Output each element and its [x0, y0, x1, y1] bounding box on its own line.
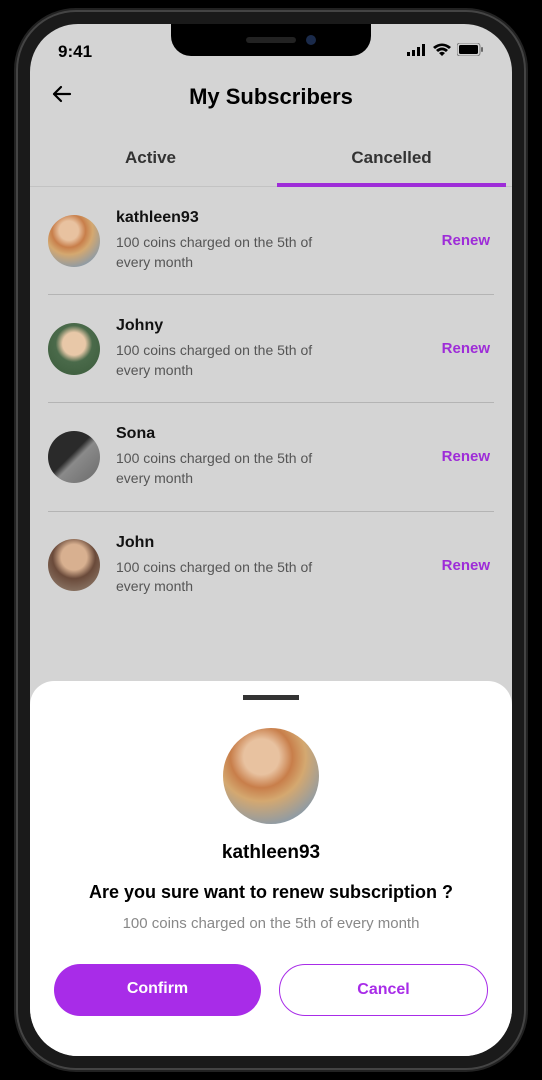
arrow-left-icon — [50, 82, 74, 106]
subscriber-name: kathleen93 — [116, 209, 422, 227]
subscriber-desc: 100 coins charged on the 5th of every mo… — [116, 233, 316, 272]
renew-button[interactable]: Renew — [438, 549, 494, 582]
battery-icon — [457, 43, 484, 61]
subscriber-item: John 100 coins charged on the 5th of eve… — [48, 512, 494, 619]
subscriber-info: Sona 100 coins charged on the 5th of eve… — [116, 425, 422, 488]
status-icons — [407, 43, 484, 61]
subscriber-info: John 100 coins charged on the 5th of eve… — [116, 534, 422, 597]
cancel-button[interactable]: Cancel — [279, 964, 488, 1016]
subscriber-desc: 100 coins charged on the 5th of every mo… — [116, 341, 316, 380]
sheet-question-text: Are you sure want to renew subscription … — [89, 882, 453, 903]
subscriber-info: Johny 100 coins charged on the 5th of ev… — [116, 317, 422, 380]
subscriber-name: John — [116, 534, 422, 552]
tabs: Active Cancelled — [30, 130, 512, 187]
subscriber-name: Sona — [116, 425, 422, 443]
renew-button[interactable]: Renew — [438, 224, 494, 257]
renew-button[interactable]: Renew — [438, 440, 494, 473]
subscriber-item: kathleen93 100 coins charged on the 5th … — [48, 187, 494, 295]
subscriber-item: Sona 100 coins charged on the 5th of eve… — [48, 403, 494, 511]
subscriber-item: Johny 100 coins charged on the 5th of ev… — [48, 295, 494, 403]
sheet-avatar — [223, 728, 319, 824]
avatar[interactable] — [48, 323, 100, 375]
phone-notch — [171, 24, 371, 56]
subscriber-name: Johny — [116, 317, 422, 335]
phone-frame: 9:41 My Subscribers Active Cancelled — [16, 10, 526, 1070]
avatar[interactable] — [48, 539, 100, 591]
tab-cancelled[interactable]: Cancelled — [271, 130, 512, 186]
subscriber-info: kathleen93 100 coins charged on the 5th … — [116, 209, 422, 272]
back-button[interactable] — [50, 82, 74, 113]
avatar[interactable] — [48, 431, 100, 483]
cellular-signal-icon — [407, 43, 427, 61]
page-title: My Subscribers — [50, 84, 492, 110]
avatar[interactable] — [48, 215, 100, 267]
sheet-button-row: Confirm Cancel — [54, 964, 488, 1016]
renew-button[interactable]: Renew — [438, 332, 494, 365]
sheet-drag-handle[interactable] — [243, 695, 299, 700]
sheet-description: 100 coins charged on the 5th of every mo… — [123, 915, 420, 932]
page-header: My Subscribers — [30, 72, 512, 130]
tab-active[interactable]: Active — [30, 130, 271, 186]
status-time: 9:41 — [58, 42, 92, 62]
subscriber-desc: 100 coins charged on the 5th of every mo… — [116, 558, 316, 597]
subscriber-desc: 100 coins charged on the 5th of every mo… — [116, 449, 316, 488]
sheet-subscriber-name: kathleen93 — [222, 842, 320, 864]
renew-confirmation-sheet: kathleen93 Are you sure want to renew su… — [30, 681, 512, 1056]
subscriber-list: kathleen93 100 coins charged on the 5th … — [30, 187, 512, 619]
wifi-icon — [433, 43, 451, 61]
phone-screen: 9:41 My Subscribers Active Cancelled — [30, 24, 512, 1056]
confirm-button[interactable]: Confirm — [54, 964, 261, 1016]
